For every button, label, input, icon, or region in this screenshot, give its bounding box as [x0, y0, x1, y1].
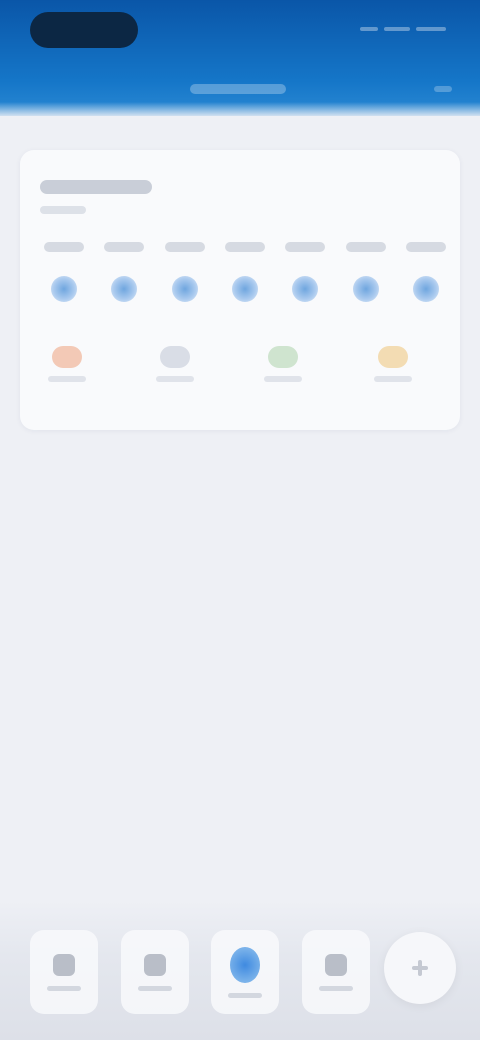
add-button[interactable] [384, 932, 456, 1004]
nav-label [228, 992, 263, 998]
person-icon [53, 953, 75, 976]
card-subtitle [40, 206, 86, 214]
day-label [285, 242, 326, 252]
summary-row [44, 346, 444, 396]
nav-label [137, 985, 172, 991]
header-actions[interactable] [358, 22, 446, 36]
day-column[interactable] [161, 242, 209, 302]
day-column[interactable] [40, 242, 88, 302]
day-column[interactable] [281, 242, 329, 302]
plus-icon [412, 960, 428, 976]
weekly-card[interactable] [20, 150, 460, 430]
header-corner-indicator [434, 86, 452, 92]
day-column[interactable] [402, 242, 450, 302]
day-status-icon [292, 276, 319, 302]
day-column[interactable] [221, 242, 269, 302]
day-status-icon [171, 276, 198, 302]
nav-label [318, 985, 353, 991]
day-label [104, 242, 145, 252]
header-action-bar [360, 27, 378, 31]
day-column[interactable] [342, 242, 390, 302]
header-action-bar [384, 27, 410, 31]
day-status-icon [352, 276, 379, 302]
day-label [164, 242, 205, 252]
brand-logo[interactable] [30, 12, 138, 48]
grid-icon [143, 953, 166, 976]
nav-items [30, 930, 370, 1014]
nav-label [47, 985, 81, 991]
location-icon [230, 946, 261, 983]
summary-label [374, 376, 412, 382]
chart-icon [160, 346, 190, 368]
day-status-icon [111, 276, 138, 302]
summary-item[interactable] [48, 346, 86, 382]
nav-item-dashboard[interactable] [120, 930, 189, 1014]
app-header [0, 0, 480, 116]
day-status-icon [51, 276, 77, 302]
week-row [40, 242, 450, 302]
summary-item[interactable] [264, 346, 302, 382]
day-label [44, 242, 84, 252]
summary-label [264, 376, 302, 382]
summary-item[interactable] [374, 346, 412, 382]
activity-icon [52, 346, 82, 368]
nav-item-location[interactable] [211, 930, 280, 1014]
nav-item-list[interactable] [301, 930, 370, 1014]
sun-icon [378, 346, 408, 368]
card-title [40, 180, 152, 194]
header-action-bar [416, 27, 446, 31]
summary-item[interactable] [156, 346, 194, 382]
header-tab-active[interactable] [190, 84, 286, 94]
nav-item-profile[interactable] [30, 930, 98, 1014]
day-status-icon [231, 276, 258, 302]
day-label [224, 242, 265, 252]
leaf-icon [268, 346, 298, 368]
day-label [405, 242, 446, 252]
day-label [345, 242, 386, 252]
list-icon [324, 953, 347, 976]
summary-label [156, 376, 194, 382]
day-column[interactable] [100, 242, 148, 302]
summary-label [48, 376, 86, 382]
day-status-icon [412, 276, 439, 302]
